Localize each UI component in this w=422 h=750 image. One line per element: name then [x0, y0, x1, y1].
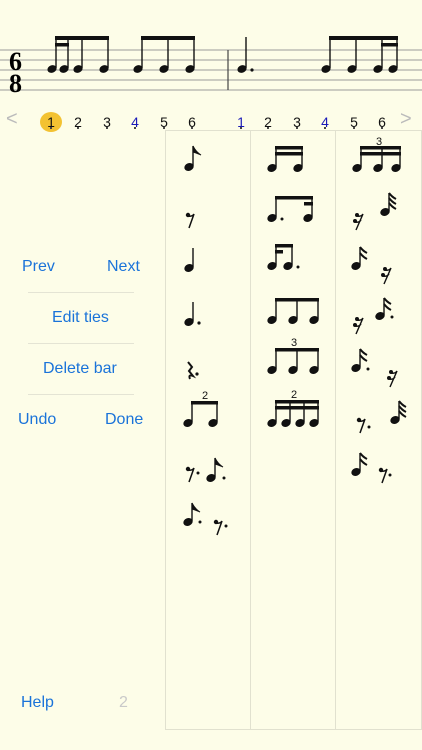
help-button[interactable]: Help — [21, 694, 54, 712]
duplet-label: 2 — [202, 390, 208, 402]
beat-bar2-3[interactable]: 3 — [286, 112, 308, 132]
palette-three-eighths[interactable] — [254, 290, 334, 334]
edit-ties-button[interactable]: Edit ties — [52, 309, 109, 327]
next-bar-arrow[interactable]: > — [400, 108, 412, 131]
beat-bar2-5[interactable]: 5 — [343, 112, 365, 132]
palette-eighth-duplet[interactable]: 2 — [168, 390, 248, 434]
beat-tick — [163, 127, 165, 129]
done-button[interactable]: Done — [105, 411, 143, 429]
palette-sixteenth-rest-dotted-sixteenth-note[interactable] — [339, 296, 419, 340]
prev-button[interactable]: Prev — [22, 258, 55, 276]
quadruplet-label: 2 — [291, 389, 297, 401]
beat-tick — [324, 127, 326, 129]
beat-tick — [134, 127, 136, 129]
triplet-label: 3 — [291, 337, 297, 349]
palette-dotted-eighth-rest-dotted-eighth-note[interactable] — [168, 450, 248, 494]
music-staff[interactable]: 6 8 — [0, 0, 422, 108]
bar-1-notes — [47, 36, 195, 73]
beat-bar2-2[interactable]: 2 — [257, 112, 279, 132]
beat-bar2-1[interactable]: 1 — [230, 112, 252, 132]
palette-divider — [250, 130, 251, 730]
beat-tick — [77, 127, 79, 129]
beat-bar1-3[interactable]: 3 — [96, 112, 118, 132]
beat-bar2-4[interactable]: 4 — [314, 112, 336, 132]
beat-tick — [267, 127, 269, 129]
beat-tick — [50, 127, 52, 129]
delete-bar-button[interactable]: Delete bar — [43, 360, 117, 378]
beat-tick — [191, 127, 193, 129]
beat-tick — [353, 127, 355, 129]
beat-tick — [106, 127, 108, 129]
palette-eighth-triplet[interactable]: 3 — [254, 336, 334, 380]
palette-sixteenth-quadruplet[interactable]: 2 — [254, 388, 334, 432]
palette-dotted-eighth-sixteenth[interactable] — [254, 188, 334, 232]
undo-button[interactable]: Undo — [18, 411, 56, 429]
beat-bar1-4[interactable]: 4 — [124, 112, 146, 132]
palette-dotted-eighth-note-dotted-eighth-rest[interactable] — [168, 498, 248, 542]
beat-bar1-2[interactable]: 2 — [67, 112, 89, 132]
bar-2-notes — [237, 36, 398, 73]
divider — [28, 394, 134, 395]
palette-sixteenth-note-sixteenth-rest[interactable] — [339, 242, 419, 286]
palette-sixteenth-note-eighth-rest[interactable] — [339, 448, 419, 492]
next-button[interactable]: Next — [107, 258, 140, 276]
previous-bar-arrow[interactable]: < — [6, 108, 18, 131]
palette-sixteenth-rest-thirtysecond-note[interactable] — [339, 190, 419, 234]
beat-bar1-5[interactable]: 5 — [153, 112, 175, 132]
beat-bar2-6[interactable]: 6 — [371, 112, 393, 132]
palette-eighth-note[interactable] — [168, 136, 248, 180]
palette-dotted-sixteenth-note-sixteenth-rest[interactable] — [339, 346, 419, 390]
time-signature-bottom: 8 — [9, 69, 22, 98]
palette-dotted-quarter-note[interactable] — [168, 294, 248, 338]
beat-tick — [381, 127, 383, 129]
palette-eighth-rest[interactable] — [168, 196, 248, 240]
divider — [28, 343, 134, 344]
divider — [28, 292, 134, 293]
beat-tick — [296, 127, 298, 129]
beat-bar1-6[interactable]: 6 — [181, 112, 203, 132]
palette-quarter-note[interactable] — [168, 240, 248, 284]
beat-tick — [240, 127, 242, 129]
palette-sixteenth-dotted-eighth[interactable] — [254, 236, 334, 280]
palette-dotted-quarter-rest[interactable] — [168, 350, 248, 394]
palette-two-sixteenths[interactable] — [254, 138, 334, 182]
palette-eighth-rest-thirtysecond-note[interactable] — [339, 398, 419, 442]
page-number: 2 — [119, 694, 128, 711]
palette-divider — [335, 130, 336, 730]
beat-bar1-1[interactable]: 1 — [40, 112, 62, 132]
palette-sixteenth-triplet[interactable]: 3 — [339, 134, 419, 178]
